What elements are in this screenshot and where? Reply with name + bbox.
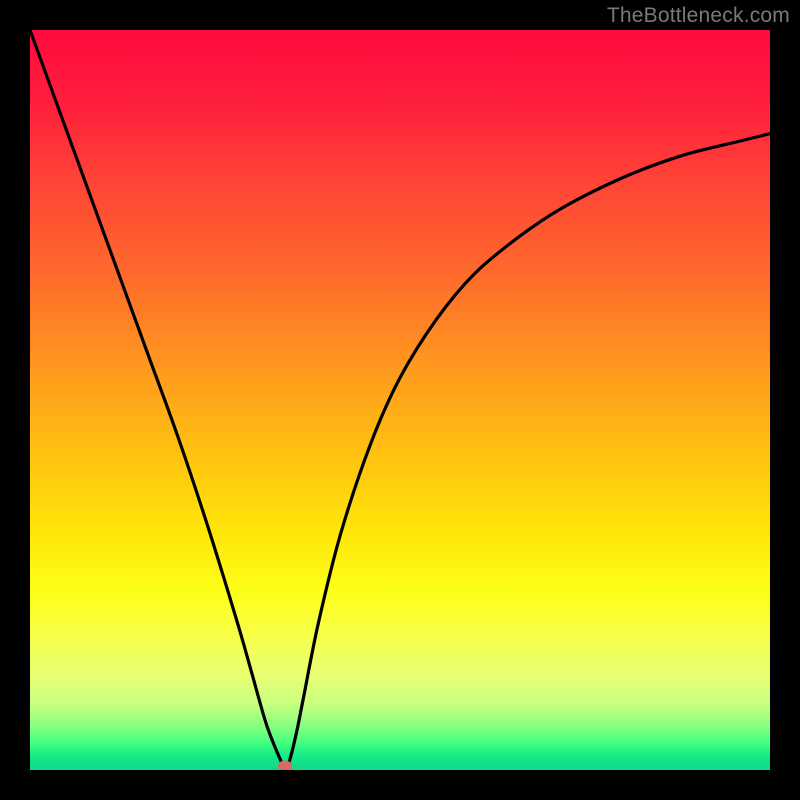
curve-svg [30,30,770,770]
watermark-text: TheBottleneck.com [607,4,790,28]
plot-area [30,30,770,770]
vertex-marker [278,761,292,770]
bottleneck-curve [30,30,770,770]
chart-frame: TheBottleneck.com [0,0,800,800]
